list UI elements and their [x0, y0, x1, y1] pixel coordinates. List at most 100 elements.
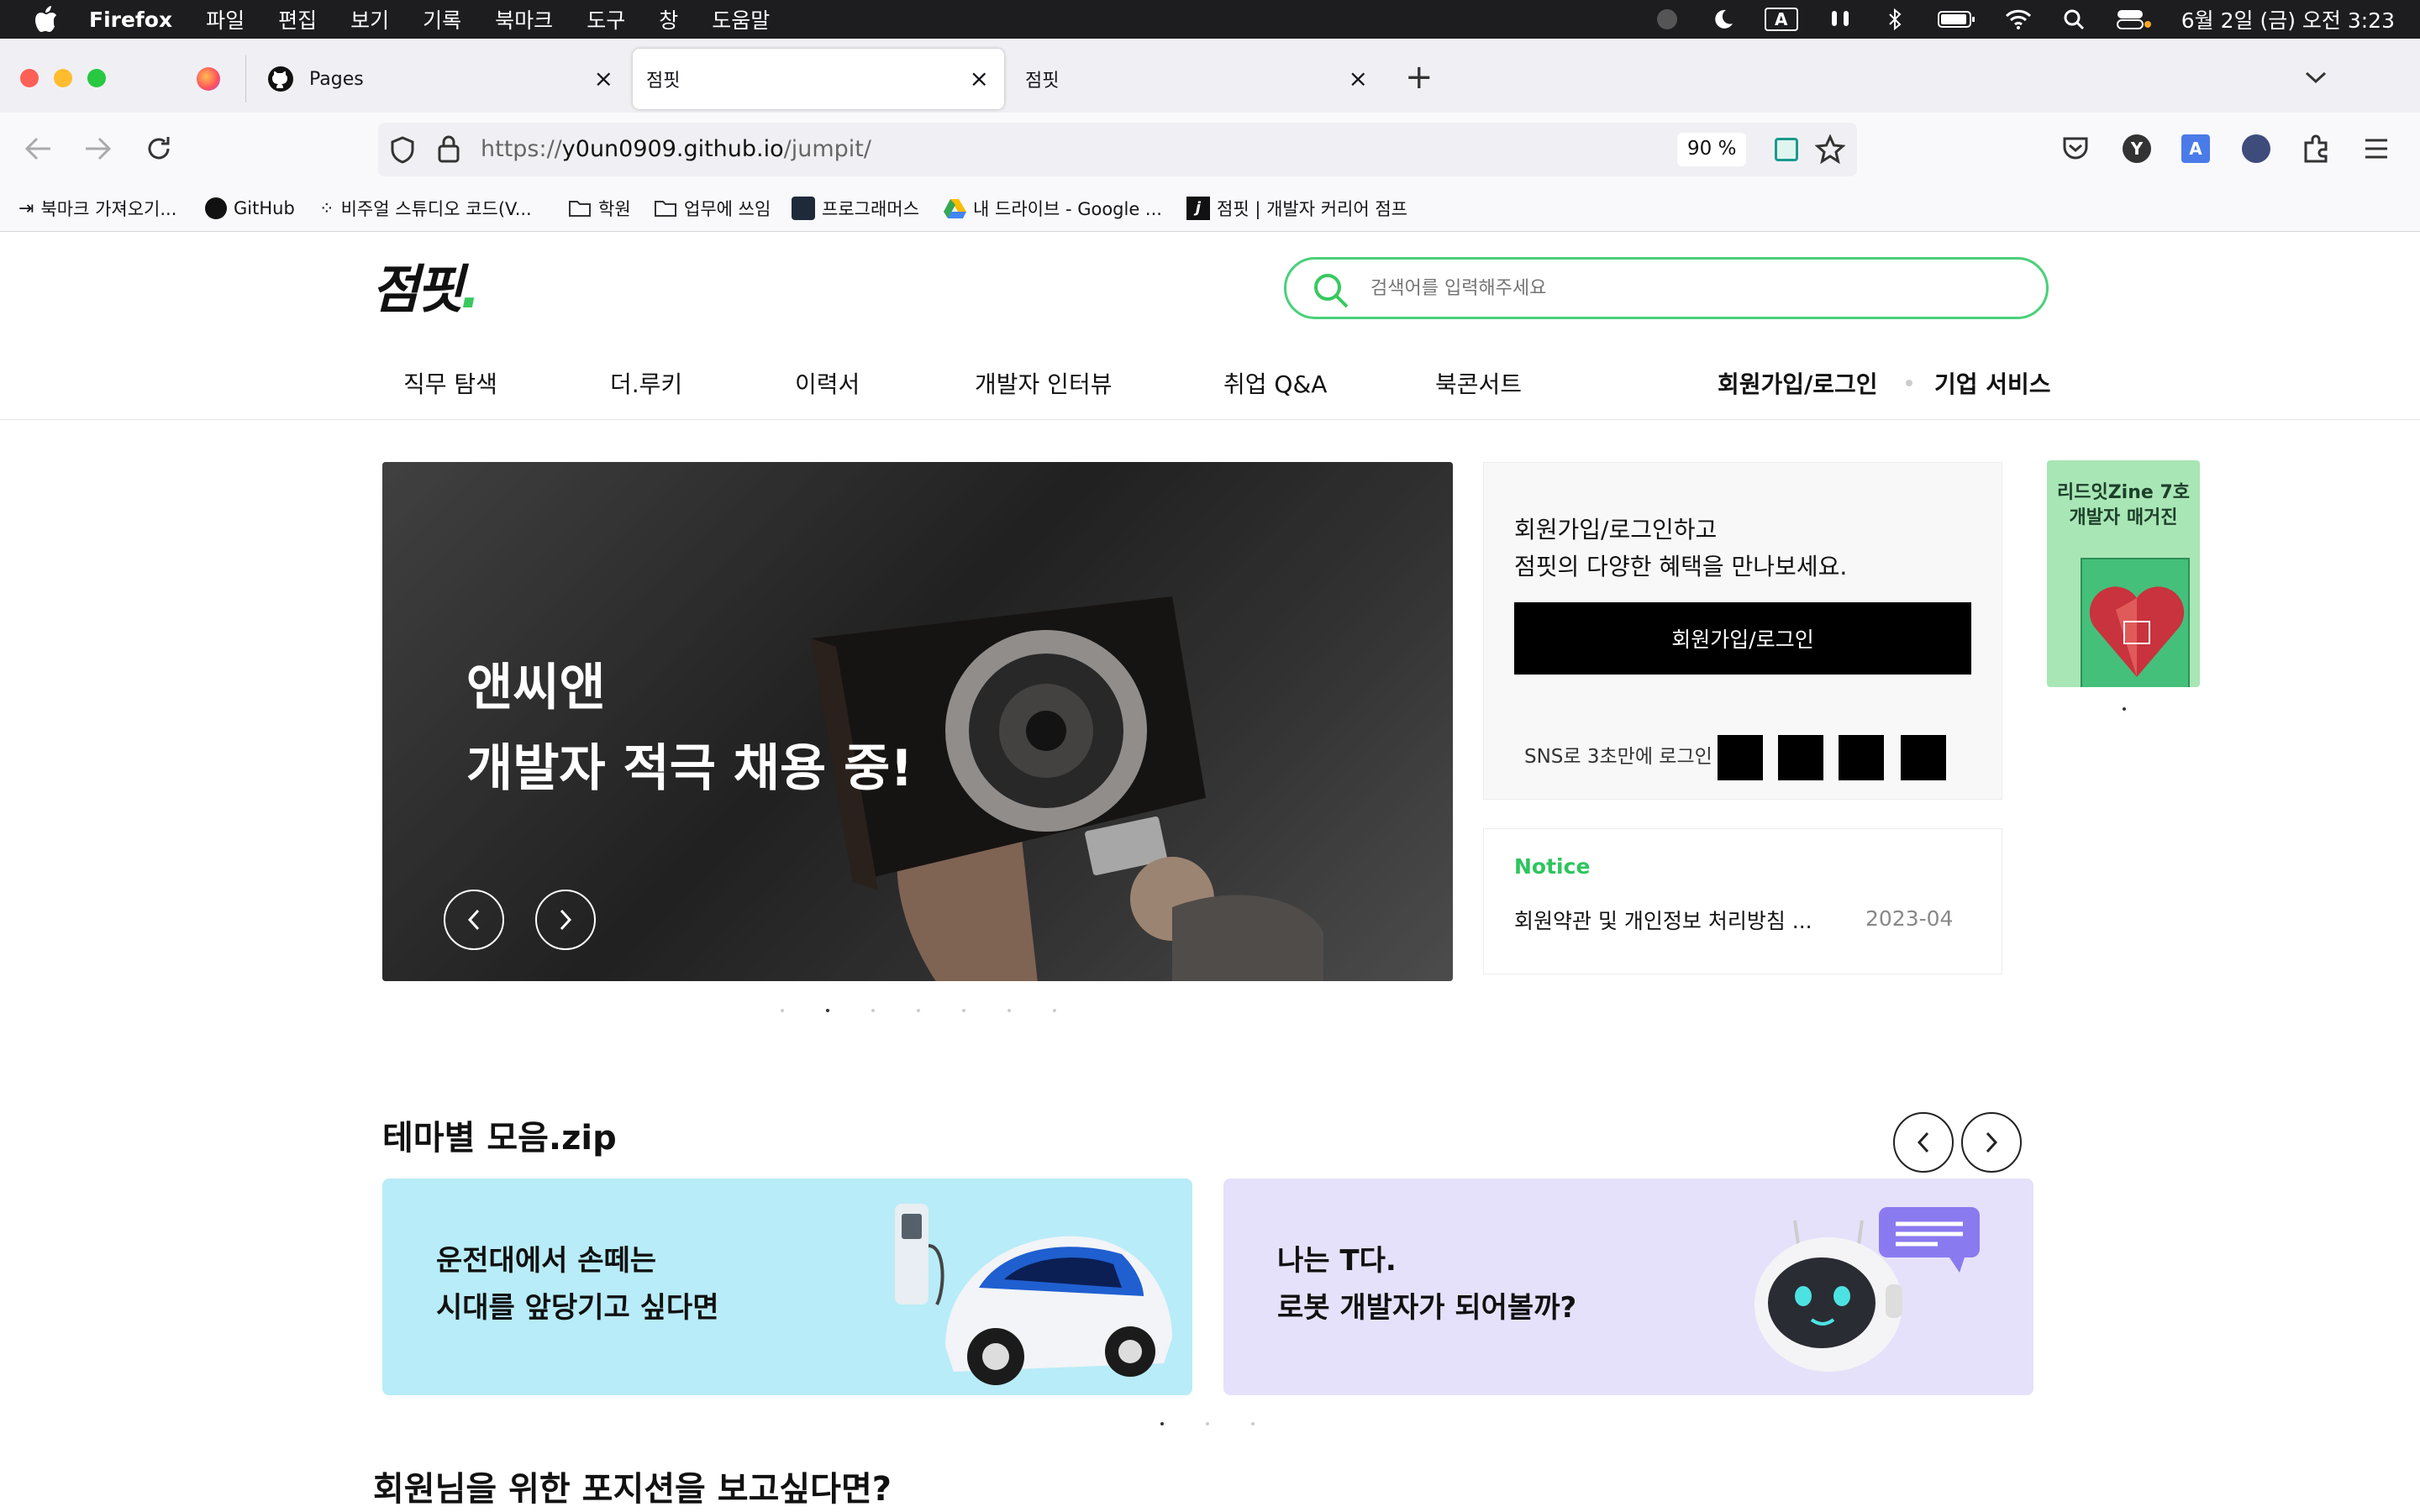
site-search-box[interactable] — [1284, 257, 2049, 319]
nav-book-concert[interactable]: 북콘서트 — [1435, 366, 1522, 400]
bookmark-import[interactable]: ⇥ 북마크 가져오기... — [18, 185, 176, 232]
sns-login-button-2[interactable] — [1778, 735, 1823, 780]
banner-prev-button[interactable] — [444, 890, 504, 950]
tab-pages[interactable]: Pages × — [259, 49, 629, 109]
pagination-dot-active[interactable] — [1160, 1422, 1164, 1425]
tracking-protection-shield-icon[interactable] — [390, 136, 415, 165]
pagination-dot[interactable] — [917, 1009, 920, 1012]
record-indicator-icon[interactable] — [1654, 8, 1681, 31]
bookmark-google-drive[interactable]: 내 드라이브 - Google ... — [943, 185, 1162, 232]
banner-pagination-dots[interactable] — [760, 1000, 1077, 1012]
sns-login-button-3[interactable] — [1839, 735, 1884, 780]
side-ad-pagination-dot[interactable] — [2123, 707, 2126, 711]
banner-next-button[interactable] — [535, 890, 596, 950]
input-source-icon[interactable]: A — [1764, 8, 1798, 31]
app-name[interactable]: Firefox — [89, 8, 172, 32]
screenshot-icon[interactable] — [1775, 138, 1798, 161]
moon-icon[interactable] — [1709, 8, 1736, 31]
theme-card-robot-developer[interactable]: 나는 T다. 로봇 개발자가 되어볼까? — [1223, 1179, 2033, 1395]
menu-tools[interactable]: 도구 — [587, 4, 625, 34]
tab-close-icon[interactable]: × — [970, 67, 989, 91]
nav-business-link[interactable]: 기업 서비스 — [1934, 366, 2051, 400]
tab-jumpit-active[interactable]: 점핏 × — [633, 49, 1004, 109]
spotlight-search-icon[interactable] — [2060, 8, 2087, 31]
battery-icon[interactable] — [1937, 8, 1976, 31]
sns-login-button-1[interactable] — [1718, 735, 1763, 780]
menu-help[interactable]: 도움말 — [712, 4, 770, 34]
nav-resume[interactable]: 이력서 — [795, 366, 860, 400]
theme-pagination-dots[interactable] — [1139, 1413, 1276, 1425]
url-scheme: https:// — [481, 136, 562, 162]
menu-history[interactable]: 기록 — [423, 4, 461, 34]
theme-card-autonomous-driving[interactable]: 운전대에서 손떼는 시대를 앞당기고 싶다면 — [382, 1179, 1192, 1395]
apple-logo-icon[interactable] — [34, 5, 59, 34]
forward-icon[interactable] — [84, 136, 113, 161]
theme-card-line-1: 나는 T다. — [1277, 1244, 1397, 1278]
url-text[interactable]: https://y0un0909.github.io/jumpit/ — [481, 136, 871, 162]
nav-the-rookie[interactable]: 더.루키 — [610, 366, 682, 400]
site-logo[interactable]: 점핏. — [371, 247, 481, 323]
bookmark-jumpit[interactable]: j 점핏 | 개발자 커리어 점프 — [1186, 185, 1407, 232]
tab-close-icon[interactable]: × — [1349, 67, 1368, 91]
pagination-dot[interactable] — [1206, 1422, 1209, 1425]
bookmark-programmers[interactable]: 프로그래머스 — [792, 185, 919, 232]
pagination-dot[interactable] — [1251, 1422, 1255, 1425]
sns-login-button-4[interactable] — [1901, 735, 1946, 780]
theme-next-button[interactable] — [1961, 1112, 2022, 1173]
search-icon[interactable] — [1312, 271, 1350, 310]
notice-item[interactable]: 회원약관 및 개인정보 처리방침 ... — [1514, 905, 1833, 935]
control-center-icon[interactable] — [2116, 8, 2153, 31]
back-icon[interactable] — [24, 136, 52, 161]
airpods-icon[interactable] — [1827, 8, 1854, 31]
pagination-dot[interactable] — [871, 1009, 875, 1012]
github-icon — [268, 66, 293, 92]
pagination-dot[interactable] — [781, 1009, 784, 1012]
bookmark-vscode[interactable]: ⁘ 비주얼 스튜디오 코드(V... — [319, 185, 532, 232]
side-ad-banner[interactable]: 리드잇Zine 7호 개발자 매거진 — [2047, 460, 2200, 687]
window-minimize-button[interactable] — [54, 69, 72, 87]
translate-extension-icon[interactable]: A — [2181, 134, 2210, 163]
hamburger-menu-icon[interactable] — [2363, 138, 2390, 160]
pagination-dot[interactable] — [1007, 1009, 1011, 1012]
theme-prev-button[interactable] — [1893, 1112, 1954, 1173]
tab-jumpit[interactable]: 점핏 × — [1013, 49, 1383, 109]
firefox-view-icon[interactable] — [197, 67, 220, 91]
nav-job-qna[interactable]: 취업 Q&A — [1223, 366, 1327, 400]
extensions-puzzle-icon[interactable] — [2302, 134, 2331, 163]
hero-banner[interactable]: 앤씨앤 개발자 적극 채용 중! — [382, 462, 1453, 981]
pagination-dot[interactable] — [1053, 1009, 1056, 1012]
url-bar[interactable]: https://y0un0909.github.io/jumpit/ 90 % — [378, 123, 1857, 176]
wifi-icon[interactable] — [2005, 8, 2032, 31]
bookmark-star-icon[interactable] — [1815, 134, 1845, 165]
menu-edit[interactable]: 편집 — [278, 4, 317, 34]
pagination-dot[interactable] — [962, 1009, 965, 1012]
import-icon: ⇥ — [18, 197, 34, 219]
window-zoom-button[interactable] — [87, 69, 106, 87]
cursor-extension-icon[interactable] — [2242, 134, 2270, 163]
window-close-button[interactable] — [20, 69, 39, 87]
search-input[interactable] — [1370, 273, 2009, 303]
account-y-icon[interactable]: Y — [2123, 134, 2151, 163]
bookmark-folder-work[interactable]: 업무에 쓰임 — [654, 185, 771, 232]
lock-icon[interactable] — [437, 134, 460, 163]
new-tab-icon[interactable]: + — [1405, 60, 1434, 94]
zoom-level-badge[interactable]: 90 % — [1677, 133, 1747, 166]
menu-file[interactable]: 파일 — [206, 4, 245, 34]
bluetooth-icon[interactable] — [1882, 8, 1909, 31]
menu-bookmarks[interactable]: 북마크 — [495, 4, 553, 34]
reload-icon[interactable] — [145, 134, 173, 163]
side-ad-book-cover — [2081, 558, 2190, 687]
nav-login-link[interactable]: 회원가입/로그인 — [1718, 366, 1878, 400]
bookmark-folder-academy[interactable]: 학원 — [568, 185, 631, 232]
login-button[interactable]: 회원가입/로그인 — [1514, 602, 1971, 675]
pocket-icon[interactable] — [2062, 136, 2089, 161]
nav-dev-interview[interactable]: 개발자 인터뷰 — [975, 366, 1112, 400]
menu-view[interactable]: 보기 — [350, 4, 389, 34]
bookmark-github[interactable]: GitHub — [205, 185, 295, 232]
tab-close-icon[interactable]: × — [594, 67, 613, 91]
nav-job-explore[interactable]: 직무 탐색 — [403, 366, 497, 400]
pagination-dot-active[interactable] — [826, 1009, 829, 1012]
menubar-clock[interactable]: 6월 2일 (금) 오전 3:23 — [2181, 4, 2395, 34]
list-all-tabs-icon[interactable] — [2304, 67, 2328, 87]
menu-window[interactable]: 창 — [659, 4, 678, 34]
